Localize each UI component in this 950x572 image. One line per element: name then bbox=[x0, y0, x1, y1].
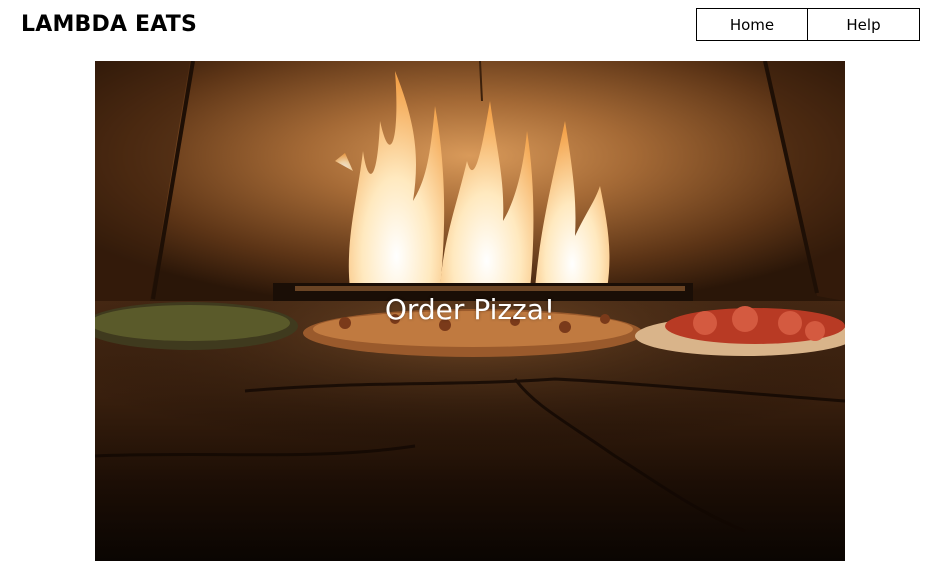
nav-help-button[interactable]: Help bbox=[808, 8, 920, 41]
nav-bar: Home Help bbox=[696, 8, 920, 41]
order-pizza-link[interactable]: Order Pizza! bbox=[95, 293, 845, 326]
brand-logo[interactable]: LAMBDA EATS bbox=[21, 12, 197, 37]
order-pizza-hero[interactable]: Order Pizza! bbox=[95, 61, 845, 561]
nav-home-button[interactable]: Home bbox=[696, 8, 808, 41]
site-header: LAMBDA EATS Home Help bbox=[0, 0, 950, 56]
